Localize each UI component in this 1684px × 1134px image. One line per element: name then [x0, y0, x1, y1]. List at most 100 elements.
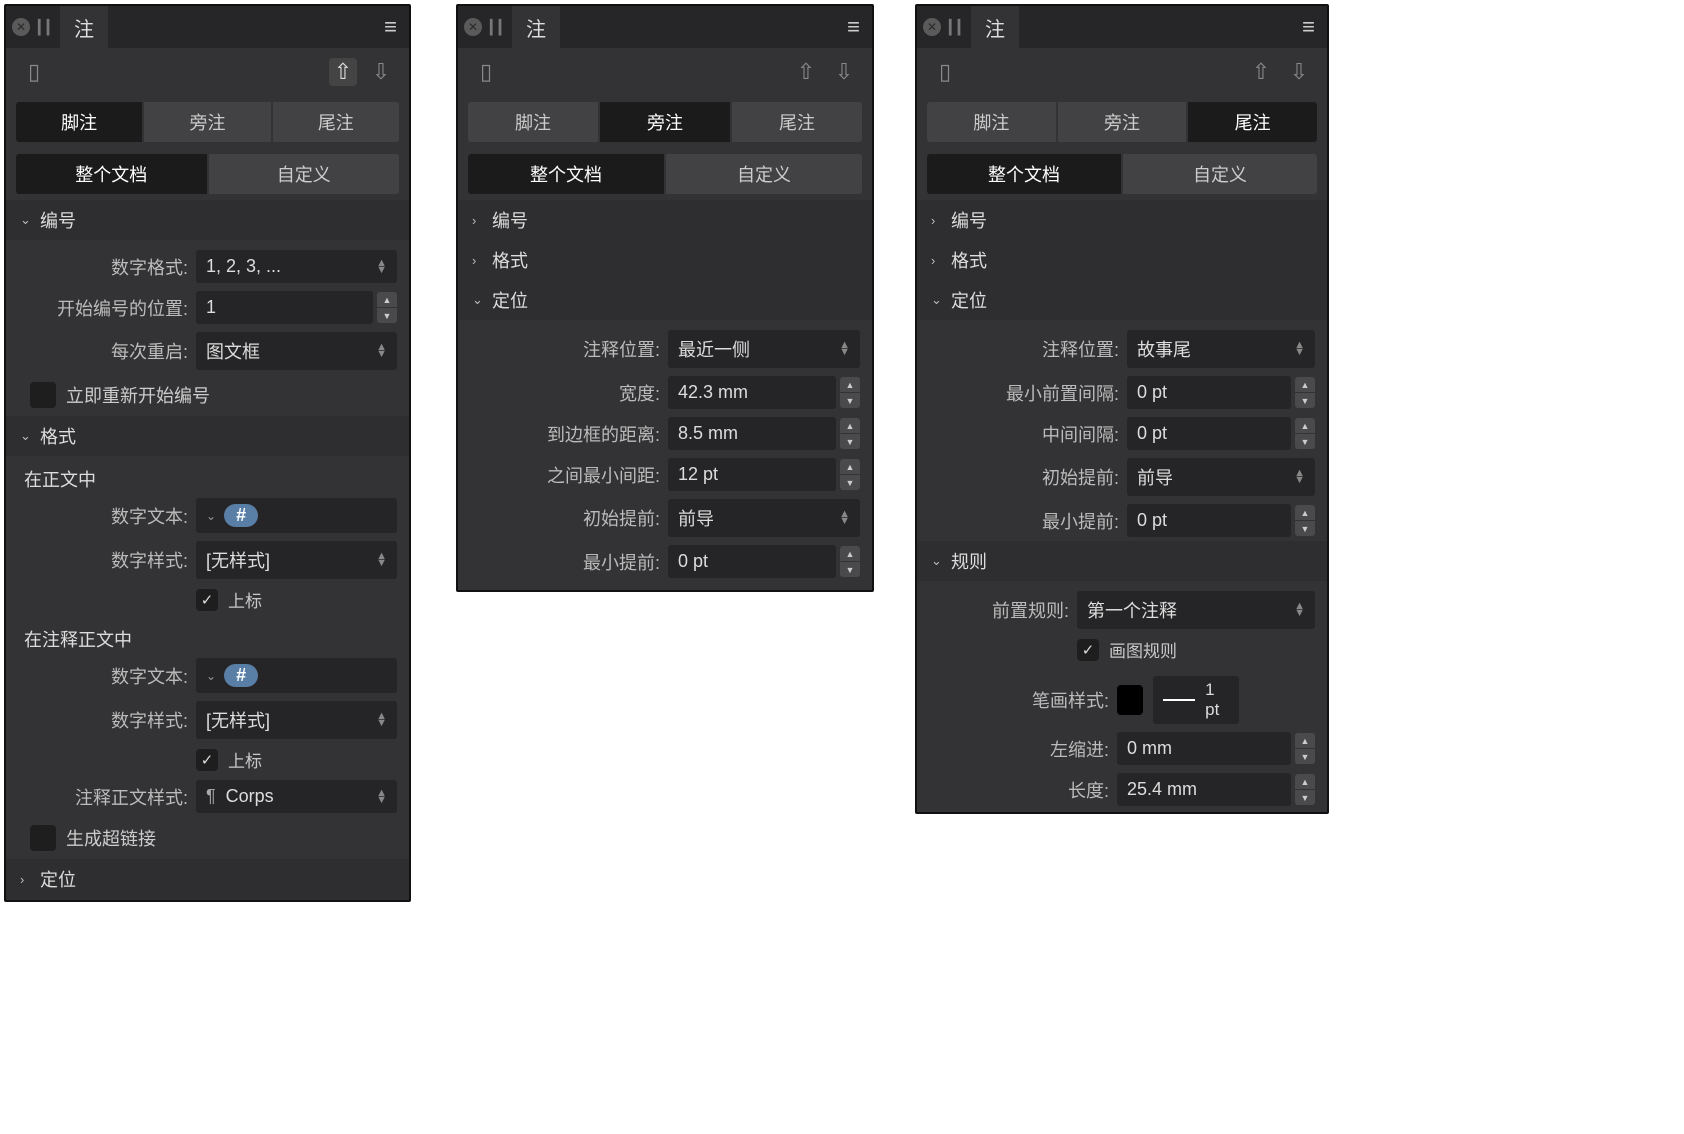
section-format[interactable]: › 格式: [458, 240, 872, 280]
dist-frame-input[interactable]: 8.5 mm: [668, 417, 836, 450]
start-at-stepper[interactable]: ▲▼: [377, 292, 397, 323]
length-stepper[interactable]: ▲▼: [1295, 774, 1315, 805]
arrow-up-icon[interactable]: ⇧: [1247, 58, 1275, 86]
left-indent-stepper[interactable]: ▲▼: [1295, 733, 1315, 764]
stroke-color-swatch[interactable]: [1117, 685, 1143, 715]
superscript-checkbox-2[interactable]: ✓: [196, 749, 218, 771]
mid-gap-input[interactable]: 0 pt: [1127, 417, 1291, 450]
tab-custom[interactable]: 自定义: [209, 154, 400, 194]
min-pre-gap-stepper[interactable]: ▲▼: [1295, 377, 1315, 408]
number-format-select[interactable]: 1, 2, 3, ... ▲▼: [196, 250, 397, 283]
bookmark-icon[interactable]: ▯: [20, 58, 48, 86]
draw-rule-checkbox[interactable]: ✓: [1077, 639, 1099, 661]
tab-footnote[interactable]: 脚注: [16, 102, 142, 142]
arrow-down-icon[interactable]: ⇩: [1285, 58, 1313, 86]
section-numbering[interactable]: ⌄ 编号: [6, 200, 409, 240]
tab-sidenote[interactable]: 旁注: [144, 102, 270, 142]
left-indent-input[interactable]: 0 mm: [1117, 732, 1291, 765]
menu-icon[interactable]: ≡: [378, 14, 403, 40]
bookmark-icon[interactable]: ▯: [931, 58, 959, 86]
min-pre-gap-input[interactable]: 0 pt: [1127, 376, 1291, 409]
note-pos-select[interactable]: 故事尾 ▲▼: [1127, 330, 1315, 368]
mid-gap-label: 中间间隔:: [929, 421, 1119, 447]
scope-tabs: 整个文档 自定义: [6, 148, 409, 200]
gen-hyperlink-label: 生成超链接: [66, 825, 156, 851]
min-between-input[interactable]: 12 pt: [668, 458, 836, 491]
chevron-right-icon: ›: [931, 253, 943, 268]
min-advance-stepper[interactable]: ▲▼: [840, 546, 860, 577]
initial-advance-select[interactable]: 前导 ▲▼: [1127, 458, 1315, 496]
footnote-panel: ✕ ▎▎ 注 ≡ ▯ ⇧ ⇩ 脚注 旁注 尾注 整个文档 自定义 ⌄ 编号 数字…: [4, 4, 411, 902]
close-icon[interactable]: ✕: [12, 18, 30, 36]
pre-rule-select[interactable]: 第一个注释 ▲▼: [1077, 591, 1315, 629]
number-style-select-2[interactable]: [无样式] ▲▼: [196, 701, 397, 739]
section-rules[interactable]: ⌄ 规则: [917, 541, 1327, 581]
tab-sidenote[interactable]: 旁注: [1058, 102, 1187, 142]
start-at-input[interactable]: 1: [196, 291, 373, 324]
close-icon[interactable]: ✕: [923, 18, 941, 36]
panel-tab[interactable]: 注: [60, 6, 108, 48]
section-numbering[interactable]: › 编号: [917, 200, 1327, 240]
restart-select[interactable]: 图文框 ▲▼: [196, 332, 397, 370]
note-type-tabs: 脚注 旁注 尾注: [6, 96, 409, 148]
dock-icon[interactable]: ▎▎: [38, 19, 52, 36]
menu-icon[interactable]: ≡: [841, 14, 866, 40]
tab-sidenote[interactable]: 旁注: [600, 102, 730, 142]
caret-icon: ▲▼: [1294, 342, 1305, 356]
paragraph-icon: ¶: [206, 786, 216, 807]
min-advance-stepper[interactable]: ▲▼: [1295, 505, 1315, 536]
panel-tab[interactable]: 注: [971, 6, 1019, 48]
bookmark-icon[interactable]: ▯: [472, 58, 500, 86]
tab-custom[interactable]: 自定义: [1123, 154, 1317, 194]
number-style-select[interactable]: [无样式] ▲▼: [196, 541, 397, 579]
tab-whole-doc[interactable]: 整个文档: [16, 154, 207, 194]
section-positioning[interactable]: ⌄ 定位: [458, 280, 872, 320]
section-positioning[interactable]: › 定位: [6, 859, 409, 899]
tab-footnote[interactable]: 脚注: [468, 102, 598, 142]
section-rules[interactable]: › 规则: [6, 899, 409, 902]
restart-now-checkbox[interactable]: [30, 382, 56, 408]
section-format[interactable]: ⌄ 格式: [6, 416, 409, 456]
min-between-stepper[interactable]: ▲▼: [840, 459, 860, 490]
section-format[interactable]: › 格式: [917, 240, 1327, 280]
hash-icon: #: [224, 664, 258, 687]
note-body-style-label: 注释正文样式:: [18, 784, 188, 810]
in-note-body-head: 在注释正文中: [6, 616, 409, 654]
tab-footnote[interactable]: 脚注: [927, 102, 1056, 142]
tab-whole-doc[interactable]: 整个文档: [927, 154, 1121, 194]
min-advance-input[interactable]: 0 pt: [668, 545, 836, 578]
menu-icon[interactable]: ≡: [1296, 14, 1321, 40]
restart-label: 每次重启:: [18, 338, 188, 364]
close-icon[interactable]: ✕: [464, 18, 482, 36]
section-positioning[interactable]: ⌄ 定位: [917, 280, 1327, 320]
length-input[interactable]: 25.4 mm: [1117, 773, 1291, 806]
dock-icon[interactable]: ▎▎: [490, 19, 504, 36]
dock-icon[interactable]: ▎▎: [949, 19, 963, 36]
number-text-field[interactable]: ⌄ #: [196, 498, 397, 533]
gen-hyperlink-checkbox[interactable]: [30, 825, 56, 851]
panel-tab[interactable]: 注: [512, 6, 560, 48]
number-style-label: 数字样式:: [18, 547, 188, 573]
arrow-up-icon[interactable]: ⇧: [329, 58, 357, 86]
min-advance-input[interactable]: 0 pt: [1127, 504, 1291, 537]
dist-frame-stepper[interactable]: ▲▼: [840, 418, 860, 449]
arrow-up-icon[interactable]: ⇧: [792, 58, 820, 86]
superscript-checkbox[interactable]: ✓: [196, 589, 218, 611]
tab-custom[interactable]: 自定义: [666, 154, 862, 194]
tab-endnote[interactable]: 尾注: [1188, 102, 1317, 142]
note-body-style-select[interactable]: ¶Corps ▲▼: [196, 780, 397, 813]
number-text-field-2[interactable]: ⌄ #: [196, 658, 397, 693]
arrow-down-icon[interactable]: ⇩: [830, 58, 858, 86]
mid-gap-stepper[interactable]: ▲▼: [1295, 418, 1315, 449]
tab-endnote[interactable]: 尾注: [273, 102, 399, 142]
stroke-weight-select[interactable]: 1 pt: [1153, 676, 1239, 724]
arrow-down-icon[interactable]: ⇩: [367, 58, 395, 86]
width-stepper[interactable]: ▲▼: [840, 377, 860, 408]
initial-advance-select[interactable]: 前导 ▲▼: [668, 499, 860, 537]
section-numbering[interactable]: › 编号: [458, 200, 872, 240]
width-input[interactable]: 42.3 mm: [668, 376, 836, 409]
min-between-label: 之间最小间距:: [470, 462, 660, 488]
note-pos-select[interactable]: 最近一侧 ▲▼: [668, 330, 860, 368]
tab-endnote[interactable]: 尾注: [732, 102, 862, 142]
tab-whole-doc[interactable]: 整个文档: [468, 154, 664, 194]
